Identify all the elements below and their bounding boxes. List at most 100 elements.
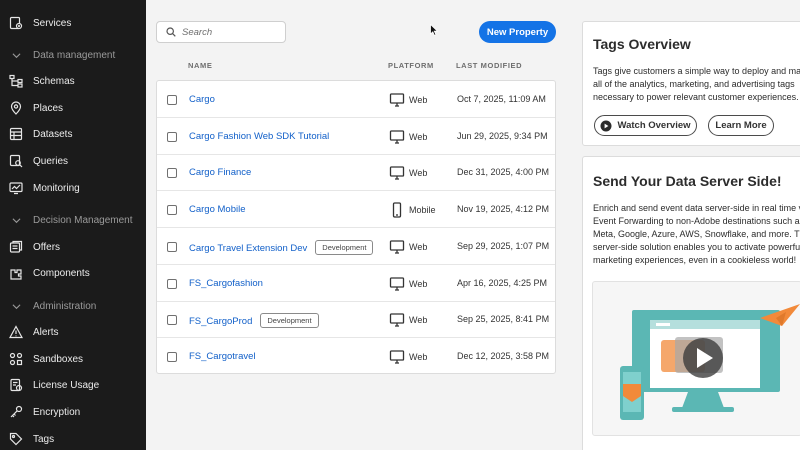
chevron-down-icon	[9, 216, 23, 225]
platform-cell: Web	[389, 92, 427, 108]
section-administration[interactable]: Administration	[0, 296, 146, 316]
places-icon	[9, 101, 23, 115]
search-field[interactable]	[156, 21, 286, 43]
sidebar-item-alerts[interactable]: Alerts	[0, 319, 146, 345]
sidebar-item-sandboxes[interactable]: Sandboxes	[0, 346, 146, 372]
card-description: Enrich and send event data server-side i…	[593, 202, 800, 267]
section-decision-management[interactable]: Decision Management	[0, 210, 146, 230]
sidebar-item-offers[interactable]: Offers	[0, 234, 146, 260]
table-row[interactable]: Cargo Fashion Web SDK Tutorial Web Jun 29,…	[157, 118, 555, 155]
platform-cell: Web	[389, 129, 427, 145]
property-name-link[interactable]: Cargo Mobile	[189, 204, 246, 215]
platform-cell: Web	[389, 239, 427, 255]
row-checkbox[interactable]	[167, 351, 177, 362]
sidebar-item-datasets[interactable]: Datasets	[0, 121, 146, 147]
video-thumbnail	[620, 304, 800, 420]
platform-label: Web	[409, 168, 428, 179]
chevron-down-icon	[9, 302, 23, 311]
platform-label: Web	[409, 241, 428, 252]
row-checkbox[interactable]	[167, 131, 177, 142]
property-name[interactable]: Cargo Mobile	[189, 204, 246, 215]
section-data-management[interactable]: Data management	[0, 45, 146, 65]
event-forwarding-video[interactable]	[592, 281, 800, 436]
last-modified-cell: Sep 25, 2025, 8:41 PM	[457, 314, 550, 325]
tags-overview-card: Tags Overview Tags give customers a simp…	[582, 21, 800, 146]
sidebar-item-label: Monitoring	[33, 182, 80, 194]
description-line: all of the analytics, marketing, and adv…	[593, 79, 795, 89]
sidebar-item-tags[interactable]: Tags	[0, 426, 146, 450]
sidebar-item-places[interactable]: Places	[0, 95, 146, 121]
card-description: Tags give customers a simple way to depl…	[593, 65, 800, 104]
desktop-icon	[389, 313, 405, 327]
section-label: Data management	[33, 49, 116, 61]
sidebar-item-license-usage[interactable]: License Usage	[0, 372, 146, 398]
row-checkbox[interactable]	[167, 168, 177, 179]
property-name-link[interactable]: Cargo Fashion Web SDK Tutorial	[189, 131, 329, 142]
description-line: Tags give customers a simple way to depl…	[593, 66, 800, 76]
last-modified-cell: Oct 7, 2025, 11:09 AM	[457, 94, 546, 104]
property-name[interactable]: Cargo Travel Extension Dev	[189, 243, 307, 254]
property-name-link[interactable]: FS_CargoProd Development	[189, 313, 319, 329]
property-name[interactable]: FS_Cargofashion	[189, 278, 263, 289]
column-header-last-modified[interactable]: LAST MODIFIED	[456, 61, 522, 70]
search-input[interactable]	[182, 26, 272, 38]
column-header-platform[interactable]: PLATFORM	[388, 61, 434, 70]
sidebar-item-label: Sandboxes	[33, 353, 84, 365]
table-row[interactable]: Cargo Finance Web Dec 31, 2025, 4:00 PM	[157, 154, 555, 192]
sidebar-item-components[interactable]: Components	[0, 260, 146, 286]
table-row[interactable]: FS_Cargofashion Web Apr 16, 2025, 4:25 PM	[157, 265, 555, 302]
desktop-icon	[389, 240, 405, 254]
table-row[interactable]: FS_CargoProd Development Web Sep 25, 2025, …	[157, 301, 555, 339]
property-name-link[interactable]: FS_Cargotravel	[189, 351, 256, 362]
sidebar-item-monitoring[interactable]: Monitoring	[0, 175, 146, 201]
queries-icon	[9, 154, 23, 168]
environment-badge: Development	[315, 239, 374, 255]
platform-label: Web	[409, 315, 428, 326]
property-name-link[interactable]: Cargo	[189, 94, 215, 105]
sidebar-item-encryption[interactable]: Encryption	[0, 399, 146, 425]
monitoring-icon	[9, 181, 23, 195]
table-row[interactable]: Cargo Travel Extension Dev Development Web…	[157, 228, 555, 265]
property-name[interactable]: Cargo	[189, 94, 215, 105]
card-title: Send Your Data Server Side!	[593, 173, 782, 189]
property-name[interactable]: Cargo Fashion Web SDK Tutorial	[189, 131, 329, 142]
row-checkbox[interactable]	[167, 315, 177, 326]
sidebar-item-label: Offers	[33, 241, 61, 253]
description-line: necessary to power relevant customer exp…	[593, 92, 799, 102]
sidebar-item-label: License Usage	[33, 379, 100, 391]
sidebar-item-queries[interactable]: Queries	[0, 148, 146, 174]
sidebar-item-services[interactable]: Services	[0, 10, 146, 36]
property-name[interactable]: FS_CargoProd	[189, 316, 252, 327]
property-name-link[interactable]: Cargo Travel Extension Dev Development	[189, 239, 374, 256]
table-row[interactable]: FS_Cargotravel Web Dec 12, 2025, 3:58 PM	[157, 338, 555, 375]
sidebar-item-label: Schemas	[33, 75, 75, 87]
row-checkbox[interactable]	[167, 241, 177, 252]
button-label: Learn More	[715, 120, 767, 131]
platform-cell: Web	[389, 312, 427, 328]
table-row[interactable]: Cargo Web Oct 7, 2025, 11:09 AM	[157, 81, 555, 118]
description-line: Event Forwarding to non-Adobe destinatio…	[593, 216, 800, 226]
sidebar-item-label: Places	[33, 102, 64, 114]
platform-cell: Mobile	[389, 202, 436, 218]
sidebar: Services Data management Schemas Places …	[0, 0, 146, 450]
schemas-icon	[9, 74, 23, 88]
row-checkbox[interactable]	[167, 95, 177, 105]
property-name-link[interactable]: FS_Cargofashion	[189, 278, 263, 289]
watch-overview-button[interactable]: Watch Overview	[594, 115, 697, 136]
row-checkbox[interactable]	[167, 278, 177, 289]
card-title: Tags Overview	[593, 36, 691, 52]
table-row[interactable]: Cargo Mobile Mobile Nov 19, 2025, 4:12 PM	[157, 191, 555, 229]
new-property-button[interactable]: New Property	[479, 21, 556, 43]
property-name-link[interactable]: Cargo Finance	[189, 167, 251, 178]
sidebar-item-label: Datasets	[33, 128, 73, 140]
learn-more-button[interactable]: Learn More	[708, 115, 774, 136]
platform-label: Web	[409, 131, 428, 142]
description-line: server-side solution enables you to acti…	[593, 242, 800, 252]
property-name[interactable]: FS_Cargotravel	[189, 351, 256, 362]
property-name[interactable]: Cargo Finance	[189, 167, 251, 178]
description-line: marketing experiences, even in a cookiel…	[593, 255, 797, 265]
row-checkbox[interactable]	[167, 205, 177, 216]
section-label: Decision Management	[33, 214, 133, 226]
column-header-name[interactable]: NAME	[188, 61, 212, 70]
sidebar-item-schemas[interactable]: Schemas	[0, 68, 146, 94]
